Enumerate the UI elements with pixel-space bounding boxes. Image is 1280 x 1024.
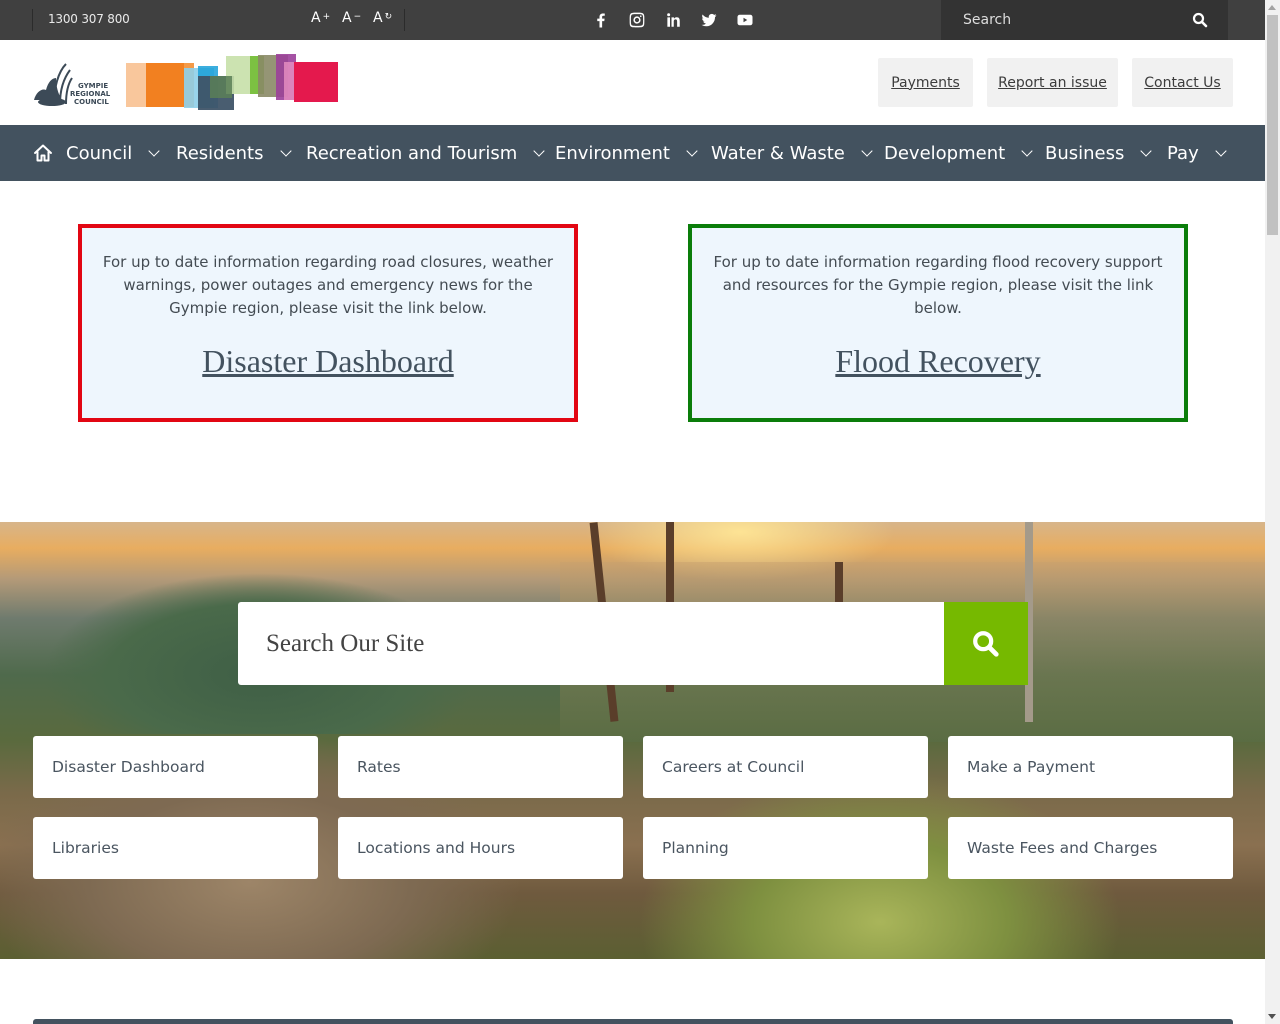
site-search: [238, 602, 1028, 685]
reset-font-button[interactable]: A ↻: [373, 10, 392, 26]
nav-label: Development: [884, 142, 1006, 164]
chevron-down-icon: [533, 144, 545, 157]
utility-bar: 1300 307 800 A + A − A ↻: [0, 0, 1265, 40]
search-icon: [973, 630, 999, 657]
report-issue-button[interactable]: Report an issue: [987, 58, 1118, 107]
font-control-label: A: [311, 10, 321, 26]
quicklink-locations-hours[interactable]: Locations and Hours: [338, 817, 623, 879]
nav-label: Residents: [176, 142, 264, 164]
main-nav: Council Residents Recreation and Tourism…: [0, 125, 1265, 181]
font-control-label: A: [373, 10, 383, 26]
chevron-down-icon: [1021, 144, 1033, 157]
site-search-input[interactable]: [238, 602, 944, 685]
instagram-icon[interactable]: [628, 11, 646, 29]
chevron-down-icon: [1215, 144, 1227, 157]
quicklink-make-payment[interactable]: Make a Payment: [948, 736, 1233, 798]
nav-pay[interactable]: Pay: [1167, 125, 1227, 181]
disaster-alert-box: For up to date information regarding roa…: [78, 224, 578, 422]
chevron-down-icon: [686, 144, 698, 157]
divider: [32, 9, 33, 31]
chevron-down-icon: [861, 144, 873, 157]
quicklink-disaster-dashboard[interactable]: Disaster Dashboard: [33, 736, 318, 798]
chevron-down-icon: [148, 144, 160, 157]
font-control-symbol: −: [353, 12, 362, 22]
quicklink-libraries[interactable]: Libraries: [33, 817, 318, 879]
quicklink-planning[interactable]: Planning: [643, 817, 928, 879]
council-logo[interactable]: GYMPIE REGIONAL COUNCIL: [32, 52, 342, 114]
search-icon[interactable]: [1192, 12, 1208, 28]
nav-label: Recreation and Tourism: [306, 142, 518, 164]
font-control-symbol: ↻: [384, 12, 393, 22]
increase-font-button[interactable]: A +: [311, 10, 330, 26]
nav-development[interactable]: Development: [884, 125, 1033, 181]
facebook-icon[interactable]: [592, 11, 610, 29]
linkedin-icon[interactable]: [664, 11, 682, 29]
site-header: GYMPIE REGIONAL COUNCIL Payments Report …: [0, 40, 1265, 125]
top-search: [941, 0, 1228, 40]
nav-label: Council: [66, 142, 133, 164]
scroll-down-arrow-icon[interactable]: [1268, 1014, 1276, 1019]
logo-text-regional: REGIONAL: [70, 90, 111, 98]
twitter-icon[interactable]: [700, 11, 718, 29]
nav-residents[interactable]: Residents: [176, 125, 292, 181]
divider: [404, 9, 405, 31]
nav-recreation-tourism[interactable]: Recreation and Tourism: [306, 125, 545, 181]
quicklink-rates[interactable]: Rates: [338, 736, 623, 798]
chevron-down-icon: [279, 144, 292, 157]
page: 1300 307 800 A + A − A ↻ Search GYMPIE R…: [0, 0, 1265, 1024]
scrollbar-thumb[interactable]: [1267, 15, 1278, 235]
alert-text: For up to date information regarding flo…: [713, 253, 1163, 317]
font-control-label: A: [342, 10, 352, 26]
font-control-symbol: +: [322, 12, 331, 22]
nav-label: Environment: [555, 142, 670, 164]
site-search-button[interactable]: [944, 602, 1028, 685]
phone-number[interactable]: 1300 307 800: [48, 12, 130, 26]
nav-council[interactable]: Council: [66, 125, 160, 181]
nav-label: Water & Waste: [711, 142, 845, 164]
youtube-icon[interactable]: [736, 11, 754, 29]
flood-recovery-link[interactable]: Flood Recovery: [692, 343, 1184, 380]
flood-recovery-alert-box: For up to date information regarding flo…: [688, 224, 1188, 422]
nav-business[interactable]: Business: [1045, 125, 1153, 181]
logo-text-council: COUNCIL: [74, 98, 109, 106]
disaster-dashboard-link[interactable]: Disaster Dashboard: [82, 343, 574, 380]
alert-text: For up to date information regarding roa…: [102, 253, 554, 317]
payments-button[interactable]: Payments: [878, 58, 973, 107]
next-section-header: [33, 1019, 1233, 1024]
top-search-input[interactable]: [941, 0, 1181, 40]
scroll-up-arrow-icon[interactable]: [1268, 5, 1276, 10]
contact-us-button[interactable]: Contact Us: [1132, 58, 1233, 107]
quicklink-waste-fees[interactable]: Waste Fees and Charges: [948, 817, 1233, 879]
logo-text-gympie: GYMPIE: [78, 82, 108, 90]
nav-water-waste[interactable]: Water & Waste: [711, 125, 873, 181]
quicklink-careers[interactable]: Careers at Council: [643, 736, 928, 798]
chevron-down-icon: [1140, 144, 1153, 157]
page-scrollbar[interactable]: [1265, 0, 1280, 1024]
nav-label: Pay: [1167, 142, 1199, 164]
decrease-font-button[interactable]: A −: [342, 10, 361, 26]
home-icon[interactable]: [33, 143, 53, 163]
nav-environment[interactable]: Environment: [555, 125, 698, 181]
nav-label: Business: [1045, 142, 1125, 164]
